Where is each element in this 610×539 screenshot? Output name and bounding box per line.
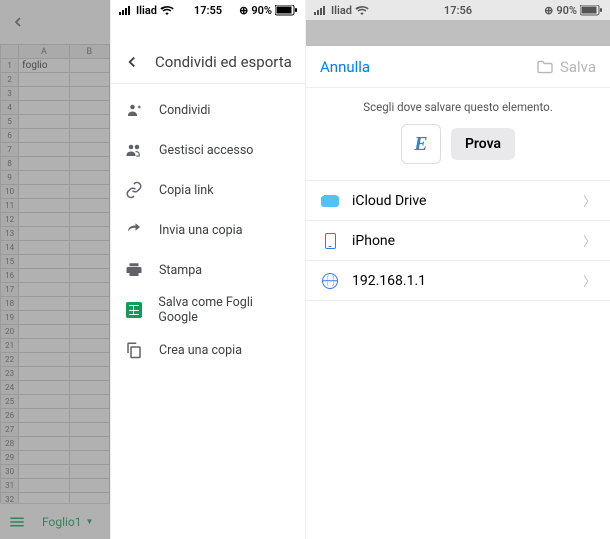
carrier-label: Iliad (331, 4, 352, 17)
sheet-tab[interactable]: Foglio1 ▼ (34, 511, 101, 533)
save-prompt-text: Scegli dove salvare questo elemento. (306, 88, 610, 124)
menu-title: Condividi ed esporta (155, 53, 292, 71)
signal-icon (119, 5, 133, 15)
chevron-right-icon: 〉 (583, 271, 596, 290)
back-icon[interactable] (10, 14, 26, 30)
chevron-right-icon: 〉 (583, 231, 596, 250)
menu-item-label: Copia link (159, 183, 214, 198)
print-icon (125, 261, 143, 279)
cancel-button[interactable]: Annulla (320, 58, 370, 76)
spreadsheet-background-pane: AB 1foglio 23 45 67 89 1011 1213 1415 16… (0, 0, 110, 539)
link-icon (125, 181, 143, 199)
iphone-icon (320, 233, 340, 249)
menu-item-duplicate[interactable]: Crea una copia (111, 330, 305, 370)
location-iphone[interactable]: iPhone 〉 (306, 221, 610, 261)
menu-item-share[interactable]: Condividi (111, 90, 305, 130)
spreadsheet-grid: AB 1foglio 23 45 67 89 1011 1213 1415 16… (0, 44, 110, 521)
google-sheets-icon (125, 301, 142, 319)
location-label: 192.168.1.1 (352, 273, 426, 289)
battery-icon (275, 5, 297, 16)
charging-icon: ⊕ (239, 4, 248, 17)
copy-icon (125, 341, 143, 359)
menu-item-label: Condividi (159, 103, 210, 118)
location-label: iPhone (352, 233, 395, 249)
menu-item-label: Salva come Fogli Google (158, 295, 291, 325)
save-button: Salva (536, 58, 596, 76)
file-preview: E Prova (306, 124, 610, 164)
menu-item-label: Invia una copia (159, 223, 243, 238)
hamburger-icon[interactable] (8, 513, 26, 531)
cell-a1[interactable]: foglio (19, 59, 69, 73)
menu-item-label: Crea una copia (159, 343, 242, 358)
background-dimmer (306, 20, 610, 46)
menu-item-manage-access[interactable]: Gestisci accesso (111, 130, 305, 170)
back-icon[interactable] (123, 53, 141, 71)
file-type-icon: E (401, 124, 441, 164)
save-nav-bar: Annulla Salva (306, 46, 610, 88)
wifi-icon (160, 5, 174, 15)
menu-item-label: Stampa (159, 263, 202, 278)
save-dialog-pane: Iliad 17:56 ⊕90% Annulla Salva Scegli do… (305, 0, 610, 539)
battery-pct: 90% (251, 4, 272, 17)
chevron-right-icon: 〉 (583, 191, 596, 210)
battery-icon (580, 5, 602, 16)
carrier-label: Iliad (136, 4, 157, 17)
location-network[interactable]: 192.168.1.1 〉 (306, 261, 610, 301)
share-arrow-icon (125, 221, 143, 239)
signal-icon (314, 5, 328, 15)
location-icloud-drive[interactable]: iCloud Drive 〉 (306, 181, 610, 221)
icloud-icon (320, 195, 340, 207)
menu-item-label: Gestisci accesso (159, 143, 253, 158)
battery-pct: 90% (556, 4, 577, 17)
share-export-pane: Iliad 17:55 ⊕90% Condividi ed esporta Co… (110, 0, 305, 539)
menu-item-save-as-sheets[interactable]: Salva come Fogli Google (111, 290, 305, 330)
location-label: iCloud Drive (352, 193, 426, 209)
status-time: 17:56 (444, 4, 472, 17)
status-time: 17:55 (194, 4, 222, 17)
globe-icon (320, 273, 340, 289)
sheet-tab-label: Foglio1 (42, 515, 82, 529)
folder-icon (536, 60, 554, 74)
people-icon (125, 141, 143, 159)
menu-item-copy-link[interactable]: Copia link (111, 170, 305, 210)
menu-item-send-copy[interactable]: Invia una copia (111, 210, 305, 250)
person-add-icon (125, 101, 143, 119)
menu-item-print[interactable]: Stampa (111, 250, 305, 290)
file-name-field[interactable]: Prova (451, 128, 515, 160)
status-bar: Iliad 17:56 ⊕90% (306, 0, 610, 20)
dropdown-icon: ▼ (86, 517, 94, 526)
wifi-icon (355, 5, 369, 15)
sheet-bottom-bar: Foglio1 ▼ (0, 503, 110, 539)
status-bar: Iliad 17:55 ⊕90% (111, 0, 305, 20)
charging-icon: ⊕ (544, 4, 553, 17)
menu-header: Condividi ed esporta (111, 40, 305, 84)
